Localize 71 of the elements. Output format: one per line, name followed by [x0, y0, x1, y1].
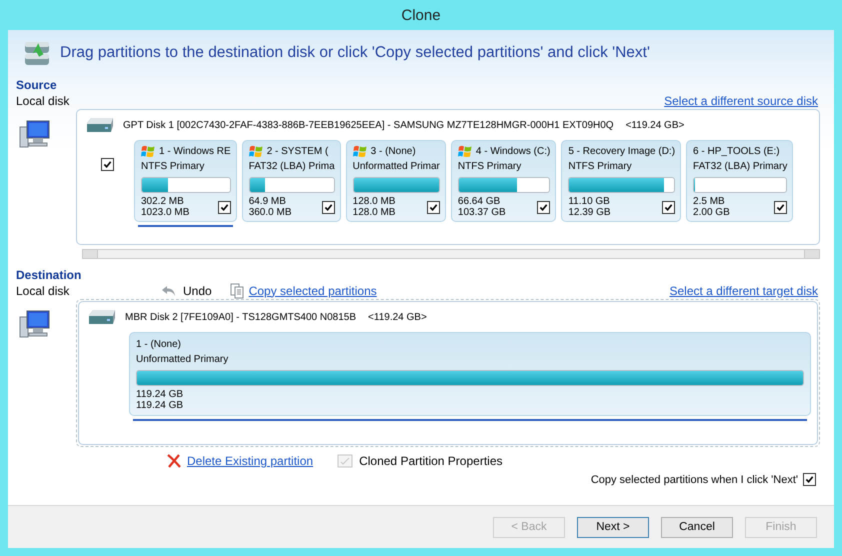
disk-type-label: Local disk [16, 284, 70, 298]
window-title: Clone [401, 6, 441, 24]
partition-card[interactable]: 4 - Windows (C:) NTFS Primary 66.64 GB 103.37 GB [450, 140, 556, 222]
computer-icon [19, 309, 51, 339]
partition-card[interactable]: 3 - (None) Unformatted Primar 128.0 MB 128.0 MB [346, 140, 446, 222]
properties-icon [337, 454, 354, 468]
used-size: 11.10 GB [568, 196, 611, 207]
checkbox[interactable] [218, 200, 231, 214]
used-size: 302.2 MB [141, 196, 185, 207]
copy-option-label: Copy selected partitions when I click 'Next' [590, 474, 798, 486]
partition-name: 6 - HP_TOOLS (E:) [693, 146, 780, 156]
disk-label: GPT Disk 1 [002C7430-2FAF-4383-886B-7EEB19625EEA] - SAMSUNG MZ7TE128HMGR-000H1 EXT09H0Q [123, 120, 614, 130]
partition-name: 4 - Windows (C:) [476, 146, 550, 156]
hard-drive-icon [85, 117, 115, 133]
total-size: 119.24 GB [136, 400, 184, 411]
total-size: 128.0 MB [352, 207, 396, 218]
copy-document-icon [230, 282, 244, 298]
checkbox[interactable] [322, 200, 335, 214]
checkbox[interactable] [803, 473, 816, 486]
partition-card[interactable]: 2 - SYSTEM ( FAT32 (LBA) Prima 64.9 MB 360.0 MB [242, 140, 341, 222]
partition-card[interactable]: 1 - Windows RE NTFS Primary 302.2 MB 1023.0 MB [134, 140, 237, 222]
clone-disk-icon [22, 39, 52, 67]
instruction-text: Drag partitions to the destination disk or click 'Copy selected partitions' and click 'Next' [60, 44, 650, 62]
used-size: 64.9 MB [248, 196, 287, 207]
section-heading: Source [16, 78, 58, 92]
copy-partitions-link[interactable]: Copy selected partitions [248, 284, 377, 298]
partition-type: NTFS Primary [458, 161, 522, 172]
hard-drive-icon [87, 309, 117, 325]
partition-type: FAT32 (LBA) Prima [248, 161, 335, 172]
partition-name: 1 - (None) [136, 338, 182, 350]
checkbox[interactable] [426, 200, 440, 214]
partition-name: 3 - (None) [370, 146, 416, 156]
section-heading: Destination [16, 268, 82, 282]
disk-type-label: Local disk [16, 94, 70, 108]
partition-type: NTFS Primary [141, 161, 206, 172]
partition-type: FAT32 (LBA) Primary [693, 161, 788, 172]
partition-type: Unformatted Primar [352, 161, 440, 172]
checkbox[interactable] [100, 158, 114, 171]
used-size: 128.0 MB [352, 196, 396, 207]
partition-name: 1 - Windows RE [159, 146, 231, 156]
delete-cross-icon [166, 453, 182, 469]
horizontal-scrollbar[interactable] [82, 249, 820, 259]
disk-size: <119.24 GB> [626, 120, 684, 130]
total-size: 12.39 GB [568, 207, 611, 218]
partition-card[interactable]: 5 - Recovery Image (D:) NTFS Primary 11.10 GB 12.39 GB [561, 140, 682, 222]
total-size: 103.37 GB [458, 207, 506, 218]
partition-card[interactable]: 1 - (None) Unformatted Primary 119.24 GB 119.24 GB [129, 332, 811, 416]
undo-arrow-icon [161, 284, 177, 296]
select-target-link[interactable]: Select a different target disk [669, 284, 818, 298]
delete-partition-link[interactable]: Delete Existing partition [187, 454, 314, 468]
total-size: 1023.0 MB [141, 207, 190, 218]
dialog-button[interactable]: Cancel [661, 516, 733, 538]
disk-size: <119.24 GB> [368, 312, 427, 322]
undo-button[interactable]: Undo [161, 284, 212, 298]
select-source-link[interactable]: Select a different source disk [664, 94, 818, 108]
used-size: 2.5 MB [693, 196, 726, 207]
used-size: 66.64 GB [458, 196, 502, 207]
partition-name: 2 - SYSTEM ( [266, 146, 328, 156]
total-size: 2.00 GB [693, 207, 730, 218]
total-size: 360.0 MB [248, 207, 292, 218]
computer-icon [19, 119, 51, 149]
dialog-button[interactable]: Next > [577, 516, 649, 538]
used-size: 119.24 GB [136, 389, 184, 400]
partition-name: 5 - Recovery Image (D:) [568, 146, 676, 156]
partition-card[interactable]: 6 - HP_TOOLS (E:) FAT32 (LBA) Primary 2.5 MB 2.00 GB [686, 140, 794, 222]
checkbox[interactable] [774, 200, 788, 214]
checkbox[interactable] [662, 200, 676, 214]
checkbox[interactable] [537, 200, 550, 214]
disk-label: MBR Disk 2 [7FE109A0] - TS128GMTS400 N0815B [125, 312, 356, 322]
partition-type: NTFS Primary [568, 161, 633, 172]
partition-type: Unformatted Primary [136, 354, 230, 365]
